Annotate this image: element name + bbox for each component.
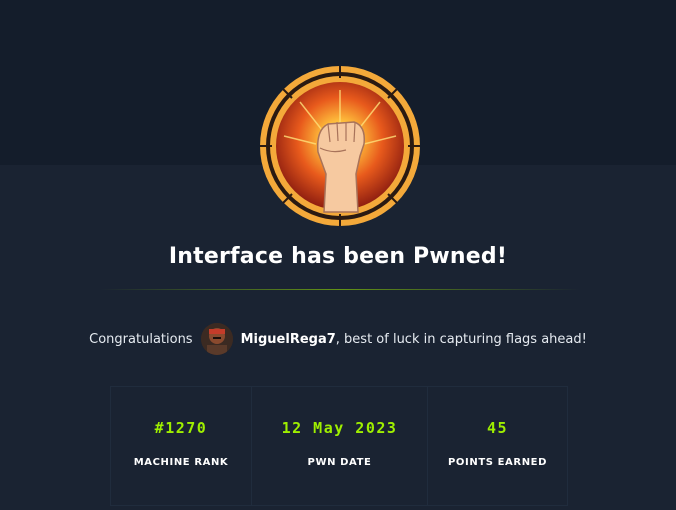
points-earned-value: 45 <box>486 419 509 437</box>
stat-pwn-date: 12 May 2023 PWN DATE <box>251 387 427 505</box>
username-link[interactable]: MiguelRega7 <box>241 332 336 347</box>
divider <box>100 289 580 290</box>
machine-rank-value: #1270 <box>154 419 208 437</box>
pwn-date-value: 12 May 2023 <box>281 419 398 437</box>
congrats-prefix: Congratulations <box>89 331 193 347</box>
stat-points-earned: 45 POINTS EARNED <box>427 387 567 505</box>
stat-machine-rank: #1270 MACHINE RANK <box>111 387 251 505</box>
congrats-suffix: , best of luck in capturing flags ahead! <box>335 331 587 347</box>
raised-fist-icon <box>260 66 420 226</box>
congrats-line: Congratulations MiguelRega7 , best of lu… <box>0 322 676 356</box>
avatar[interactable] <box>200 323 233 355</box>
page-title: Interface has been Pwned! <box>168 244 508 269</box>
stats-panel: #1270 MACHINE RANK 12 May 2023 PWN DATE … <box>110 386 568 506</box>
pwn-date-label: PWN DATE <box>307 457 372 468</box>
machine-rank-label: MACHINE RANK <box>133 457 229 468</box>
points-earned-label: POINTS EARNED <box>448 457 547 468</box>
